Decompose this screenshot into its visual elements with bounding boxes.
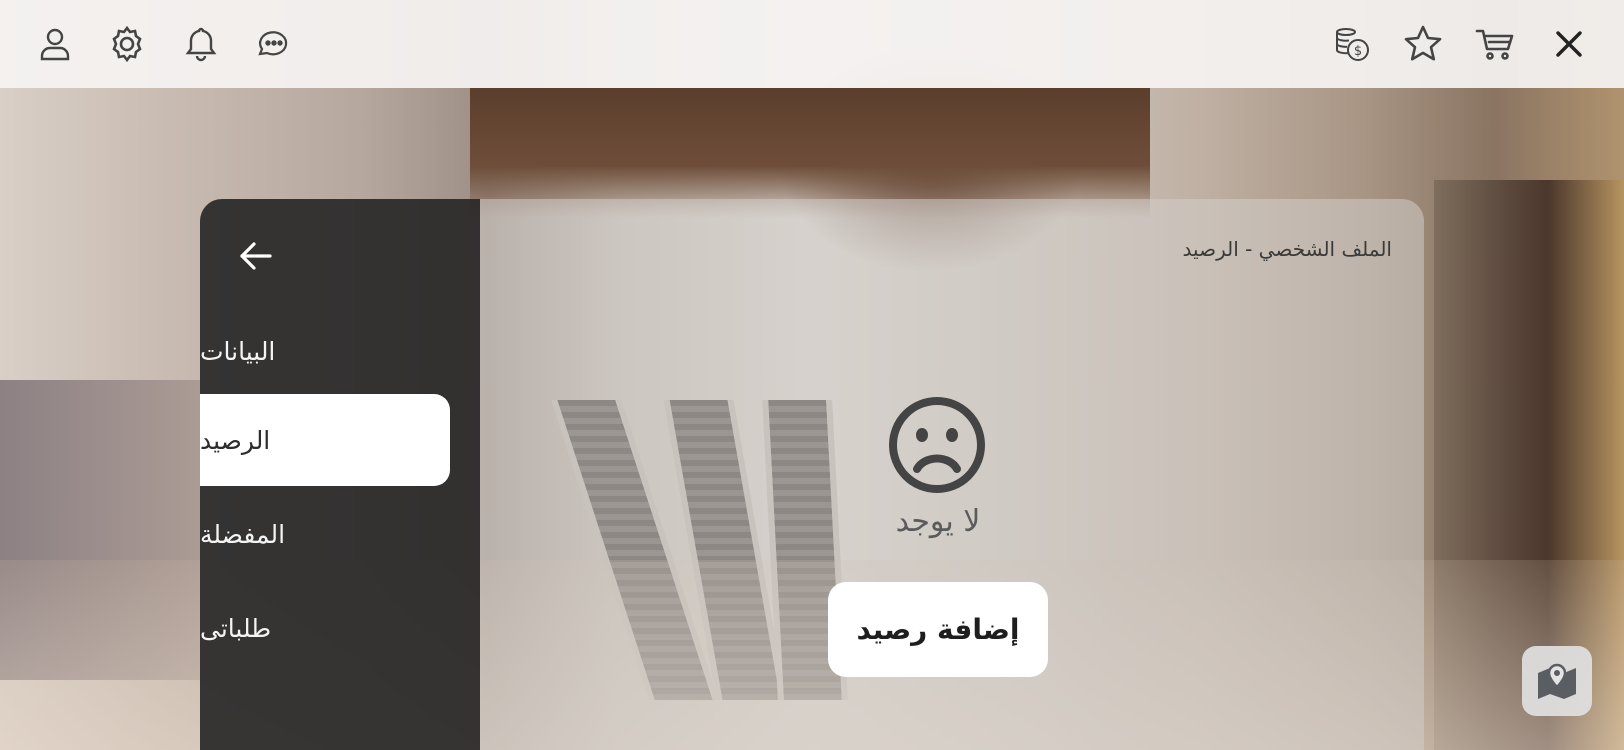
add-balance-button[interactable]: إضافة رصيد [828, 582, 1048, 677]
user-icon[interactable] [29, 18, 81, 70]
top-bar: $ [0, 0, 1624, 88]
sidebar-item-label: البيانات [200, 336, 276, 366]
chat-icon[interactable] [246, 18, 298, 70]
breadcrumb: الملف الشخصي - الرصيد [1182, 237, 1392, 261]
settings-icon[interactable] [101, 18, 153, 70]
sidebar-item-balance[interactable]: الرصيد [200, 394, 450, 486]
bell-icon[interactable] [175, 18, 227, 70]
add-balance-label: إضافة رصيد [856, 613, 1020, 646]
map-pin-icon [1538, 663, 1576, 699]
star-icon[interactable] [1397, 18, 1449, 70]
sidebar-item-label: المفضلة [200, 519, 286, 549]
svg-text:$: $ [1354, 44, 1362, 59]
balance-content: الملف الشخصي - الرصيد لا يوجد إضافة رصيد [480, 199, 1424, 750]
close-icon[interactable] [1543, 18, 1595, 70]
sidebar-item-data[interactable]: البيانات [200, 305, 450, 397]
map-button[interactable] [1522, 646, 1592, 716]
profile-panel: البيانات الرصيد المفضلة طلباتى الملف الش… [200, 199, 1424, 750]
sidebar-item-orders[interactable]: طلباتى [200, 582, 450, 674]
sidebar-item-favorites[interactable]: المفضلة [200, 488, 450, 580]
profile-sidebar: البيانات الرصيد المفضلة طلباتى [200, 199, 480, 750]
sad-face-icon [889, 397, 985, 493]
coins-icon[interactable]: $ [1325, 18, 1377, 70]
sidebar-item-label: طلباتى [200, 613, 272, 643]
sidebar-item-label: الرصيد [200, 425, 271, 455]
arrow-left-icon[interactable] [234, 234, 278, 278]
cart-icon[interactable] [1469, 18, 1521, 70]
empty-state-text: لا يوجد [895, 504, 981, 539]
